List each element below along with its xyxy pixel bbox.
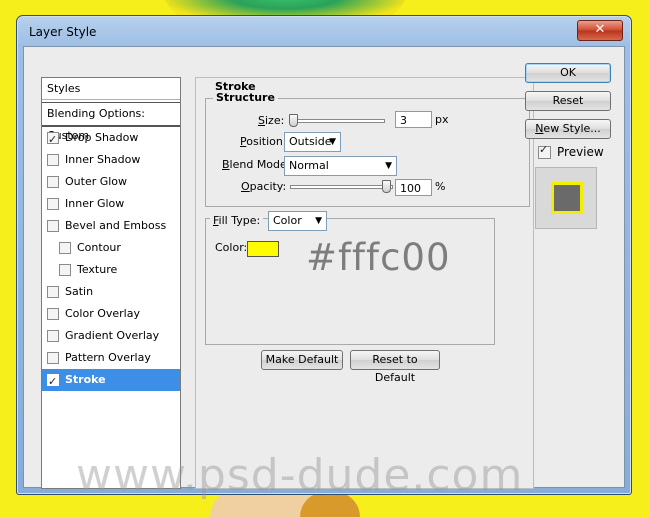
style-checkbox[interactable] [47, 154, 59, 166]
style-preview-thumbnail [535, 167, 597, 229]
preview-square [551, 182, 583, 214]
position-select[interactable]: Outside ▼ [284, 132, 341, 152]
hex-color-annotation: #fffc00 [306, 236, 451, 279]
ok-button[interactable]: OK [525, 63, 611, 83]
stroke-settings-panel: Stroke Structure Size: 3 px Position: Ou… [195, 77, 534, 489]
color-swatch[interactable] [247, 241, 279, 257]
preview-label: Preview [557, 145, 604, 159]
new-style-button[interactable]: New Style... [525, 119, 611, 139]
style-item-color-overlay[interactable]: Color Overlay [42, 303, 180, 325]
opacity-unit: % [435, 180, 446, 193]
style-item-pattern-overlay[interactable]: Pattern Overlay [42, 347, 180, 369]
opacity-slider-track[interactable] [290, 185, 393, 189]
style-item-label: Stroke [65, 373, 106, 386]
color-label: Color: [215, 241, 248, 254]
style-checkbox[interactable] [47, 220, 59, 232]
style-item-label: Color Overlay [65, 307, 140, 320]
position-label: Position: [240, 135, 287, 148]
style-item-label: Inner Glow [65, 197, 125, 210]
style-item-inner-shadow[interactable]: Inner Shadow [42, 149, 180, 171]
style-checkbox[interactable] [59, 242, 71, 254]
style-checkbox[interactable] [47, 129, 59, 151]
style-item-outer-glow[interactable]: Outer Glow [42, 171, 180, 193]
style-checkbox[interactable] [47, 371, 59, 393]
style-item-label: Drop Shadow [65, 131, 139, 144]
blend-mode-select[interactable]: Normal ▼ [284, 156, 397, 176]
size-input[interactable]: 3 [395, 111, 432, 128]
close-icon: ✕ [594, 22, 606, 37]
style-checkbox[interactable] [47, 352, 59, 364]
style-item-label: Texture [77, 263, 118, 276]
style-item-contour[interactable]: Contour [42, 237, 180, 259]
styles-list: Styles Blending Options: Custom Drop Sha… [41, 77, 181, 489]
position-value: Outside [289, 135, 332, 148]
preview-toggle[interactable]: Preview [538, 143, 604, 159]
structure-group-title: Structure [213, 91, 278, 104]
style-item-satin[interactable]: Satin [42, 281, 180, 303]
size-label: Size: [258, 114, 285, 127]
style-checkbox[interactable] [59, 264, 71, 276]
size-slider-track[interactable] [290, 119, 385, 123]
reset-to-default-button[interactable]: Reset to Default [350, 350, 440, 384]
style-item-label: Outer Glow [65, 175, 128, 188]
chevron-down-icon: ▼ [385, 161, 392, 171]
preview-checkbox[interactable] [538, 143, 551, 159]
chevron-down-icon: ▼ [315, 216, 322, 226]
blend-mode-value: Normal [289, 159, 329, 172]
style-checkbox[interactable] [47, 308, 59, 320]
fill-type-select[interactable]: Color ▼ [268, 211, 327, 231]
layer-style-dialog: Layer Style ✕ Styles Blending Options: C… [16, 15, 632, 501]
size-slider-thumb[interactable] [289, 114, 298, 127]
style-item-bevel-and-emboss[interactable]: Bevel and Emboss [42, 215, 180, 237]
style-item-texture[interactable]: Texture [42, 259, 180, 281]
fill-type-label: Fill Type: [210, 214, 264, 227]
style-item-label: Satin [65, 285, 94, 298]
blend-mode-label: Blend Mode: [222, 158, 291, 171]
style-item-label: Bevel and Emboss [65, 219, 167, 232]
style-checkbox[interactable] [47, 286, 59, 298]
styles-list-header[interactable]: Styles [42, 78, 180, 100]
window-title: Layer Style [29, 25, 97, 39]
close-button[interactable]: ✕ [577, 20, 623, 41]
chevron-down-icon: ▼ [329, 137, 336, 147]
style-checkbox[interactable] [47, 330, 59, 342]
make-default-button[interactable]: Make Default [261, 350, 343, 370]
style-item-label: Gradient Overlay [65, 329, 160, 342]
style-item-inner-glow[interactable]: Inner Glow [42, 193, 180, 215]
style-item-label: Pattern Overlay [65, 351, 151, 364]
style-item-label: Inner Shadow [65, 153, 141, 166]
opacity-input[interactable]: 100 [395, 179, 432, 196]
watermark-text: www.psd-dude.com [76, 450, 524, 501]
opacity-slider-thumb[interactable] [382, 180, 391, 193]
reset-button[interactable]: Reset [525, 91, 611, 111]
blending-options-item[interactable]: Blending Options: Custom [42, 102, 180, 142]
fill-type-value: Color [273, 214, 302, 227]
dialog-client-area: Styles Blending Options: Custom Drop Sha… [23, 46, 625, 501]
style-item-label: Contour [77, 241, 121, 254]
opacity-label: Opacity: [241, 180, 287, 193]
style-checkbox[interactable] [47, 198, 59, 210]
style-checkbox[interactable] [47, 176, 59, 188]
size-unit: px [435, 113, 449, 126]
style-item-stroke[interactable]: Stroke [42, 369, 180, 393]
style-item-gradient-overlay[interactable]: Gradient Overlay [42, 325, 180, 347]
